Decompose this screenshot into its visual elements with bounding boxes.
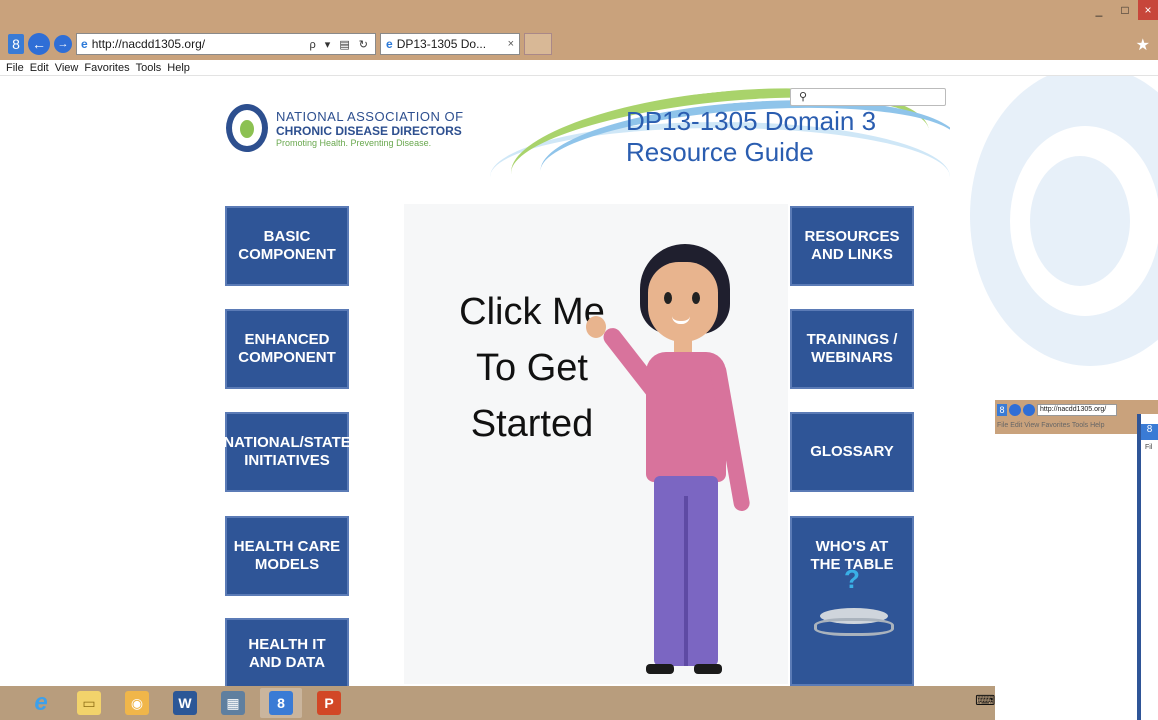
tab-close-icon[interactable]: ×	[508, 38, 514, 50]
nav-health-care-models-button[interactable]: HEALTH CARE MODELS	[225, 516, 349, 596]
thumb-nested-window: 8 Fil	[1137, 414, 1158, 720]
tab-favicon-icon: e	[386, 37, 393, 51]
thumb-nested-menu: Fil	[1145, 444, 1153, 451]
logo-org-line1: NATIONAL ASSOCIATION OF	[276, 108, 464, 124]
favorites-star-icon[interactable]: ★	[1136, 35, 1150, 55]
nav-basic-component-button[interactable]: BASIC COMPONENT	[225, 206, 349, 286]
thumb-menu-bar: File Edit View Favorites Tools Help	[997, 422, 1105, 429]
logo-tagline: Promoting Health. Preventing Disease.	[276, 137, 432, 148]
maximize-button[interactable]: □	[1112, 0, 1138, 20]
thumb-google-icon: 8	[997, 404, 1007, 416]
minimize-button[interactable]: _	[1086, 0, 1112, 20]
address-tools[interactable]: ρ ▾ ▤ ↻	[309, 38, 371, 51]
thumb-back-icon	[1009, 404, 1021, 416]
ie-icon[interactable]: e	[20, 688, 62, 718]
menu-view[interactable]: View	[55, 60, 79, 75]
menu-help[interactable]: Help	[167, 60, 190, 75]
close-button[interactable]: ×	[1138, 0, 1158, 20]
thumb-nested-google-icon: 8	[1141, 424, 1158, 440]
background-logo-watermark	[970, 76, 1158, 366]
window-thumbnail-preview[interactable]: 8 http://nacdd1305.org/ File Edit View F…	[995, 400, 1158, 720]
logo-org-line2: CHRONIC DISEASE DIRECTORS	[276, 123, 462, 138]
forward-button[interactable]: →	[54, 35, 72, 53]
menu-edit[interactable]: Edit	[30, 60, 49, 75]
powerpoint-icon[interactable]: P	[308, 688, 350, 718]
nav-whos-at-the-table-button[interactable]: WHO'S AT THE TABLE ?	[790, 516, 914, 686]
keyboard-icon[interactable]: ⌨	[975, 692, 995, 709]
browser-tab[interactable]: e DP13-1305 Do... ×	[380, 33, 520, 55]
chrome-g-icon[interactable]: 8	[260, 688, 302, 718]
google-icon[interactable]: 8	[8, 34, 24, 54]
calculator-icon[interactable]: ▦	[212, 688, 254, 718]
browser-titlebar: _ □ × ★ 8 ← → e http://nacdd1305.org/ ρ …	[0, 0, 1158, 60]
get-started-stage[interactable]: Click Me To Get Started	[404, 204, 788, 684]
nav-resources-and-links-button[interactable]: RESOURCES AND LINKS	[790, 206, 914, 286]
outlook-icon[interactable]: ◉	[116, 688, 158, 718]
web-page: NATIONAL ASSOCIATION OF CHRONIC DISEASE …	[0, 76, 1158, 686]
address-bar[interactable]: e http://nacdd1305.org/ ρ ▾ ▤ ↻	[76, 33, 376, 55]
menu-file[interactable]: File	[6, 60, 24, 75]
navigation-row: 8 ← → e http://nacdd1305.org/ ρ ▾ ▤ ↻ e …	[8, 32, 552, 56]
thumb-address-url: http://nacdd1305.org/	[1037, 404, 1117, 416]
windows-taskbar: e ▭ ◉ W ▦ 8 P	[0, 686, 995, 720]
menu-bar: File Edit View Favorites Tools Help	[0, 60, 1158, 76]
ie-site-icon: e	[81, 37, 88, 51]
question-mark-icon: ?	[844, 564, 860, 594]
window-controls: _ □ ×	[1086, 0, 1158, 20]
thumb-forward-icon	[1023, 404, 1035, 416]
menu-favorites[interactable]: Favorites	[84, 60, 129, 75]
new-tab-button[interactable]	[524, 33, 552, 55]
file-explorer-icon[interactable]: ▭	[68, 688, 110, 718]
nav-national-state-initiatives-button[interactable]: NATIONAL/STATE INITIATIVES	[223, 412, 351, 492]
address-url[interactable]: http://nacdd1305.org/	[92, 37, 310, 51]
nav-health-it-and-data-button[interactable]: HEALTH IT AND DATA	[225, 618, 349, 686]
back-button[interactable]: ←	[28, 33, 50, 55]
search-icon: ⚲	[799, 91, 808, 103]
woman-illustration[interactable]	[584, 244, 784, 684]
nacdd-logo-mark	[226, 104, 268, 152]
nav-trainings-webinars-button[interactable]: TRAININGS / WEBINARS	[790, 309, 914, 389]
nacdd-logo[interactable]: NATIONAL ASSOCIATION OF CHRONIC DISEASE …	[226, 104, 464, 152]
meeting-table-icon: ?	[814, 566, 894, 638]
word-icon[interactable]: W	[164, 688, 206, 718]
search-input[interactable]: ⚲	[790, 88, 946, 106]
menu-tools[interactable]: Tools	[136, 60, 162, 75]
tab-title: DP13-1305 Do...	[396, 37, 487, 51]
nav-enhanced-component-button[interactable]: ENHANCED COMPONENT	[225, 309, 349, 389]
page-title: DP13-1305 Domain 3 Resource Guide	[626, 106, 877, 167]
nav-glossary-button[interactable]: GLOSSARY	[790, 412, 914, 492]
